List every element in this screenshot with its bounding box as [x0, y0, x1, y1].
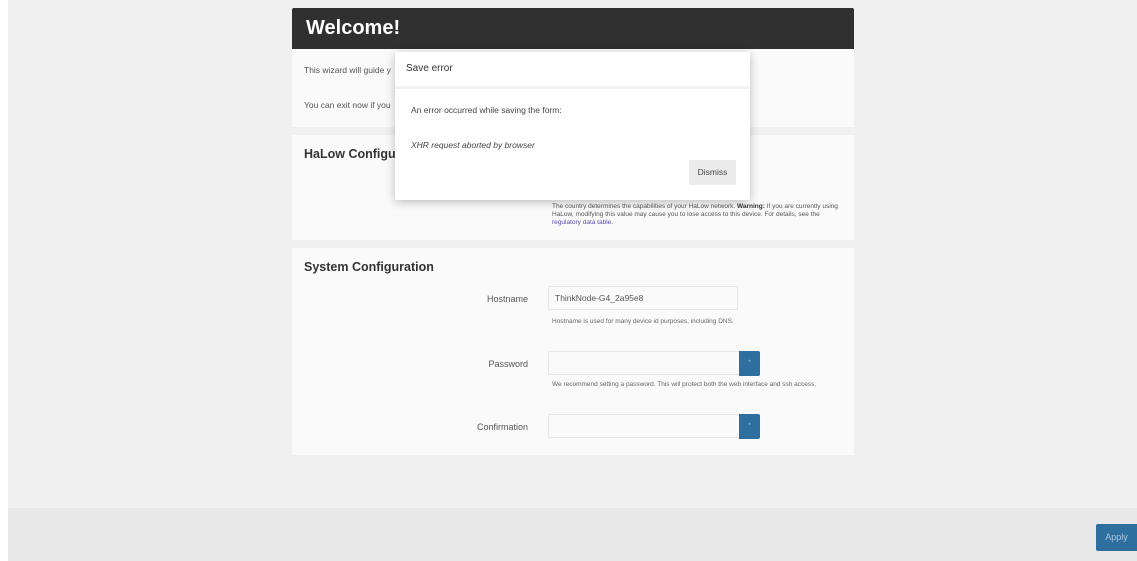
- dialog-divider: [395, 86, 750, 89]
- dialog-message: An error occurred while saving the form:: [411, 105, 562, 115]
- dismiss-button[interactable]: Dismiss: [689, 160, 736, 185]
- save-error-dialog: Save error An error occurred while savin…: [395, 52, 750, 200]
- dialog-error-text: XHR request aborted by browser: [411, 140, 535, 150]
- dialog-title: Save error: [406, 63, 453, 74]
